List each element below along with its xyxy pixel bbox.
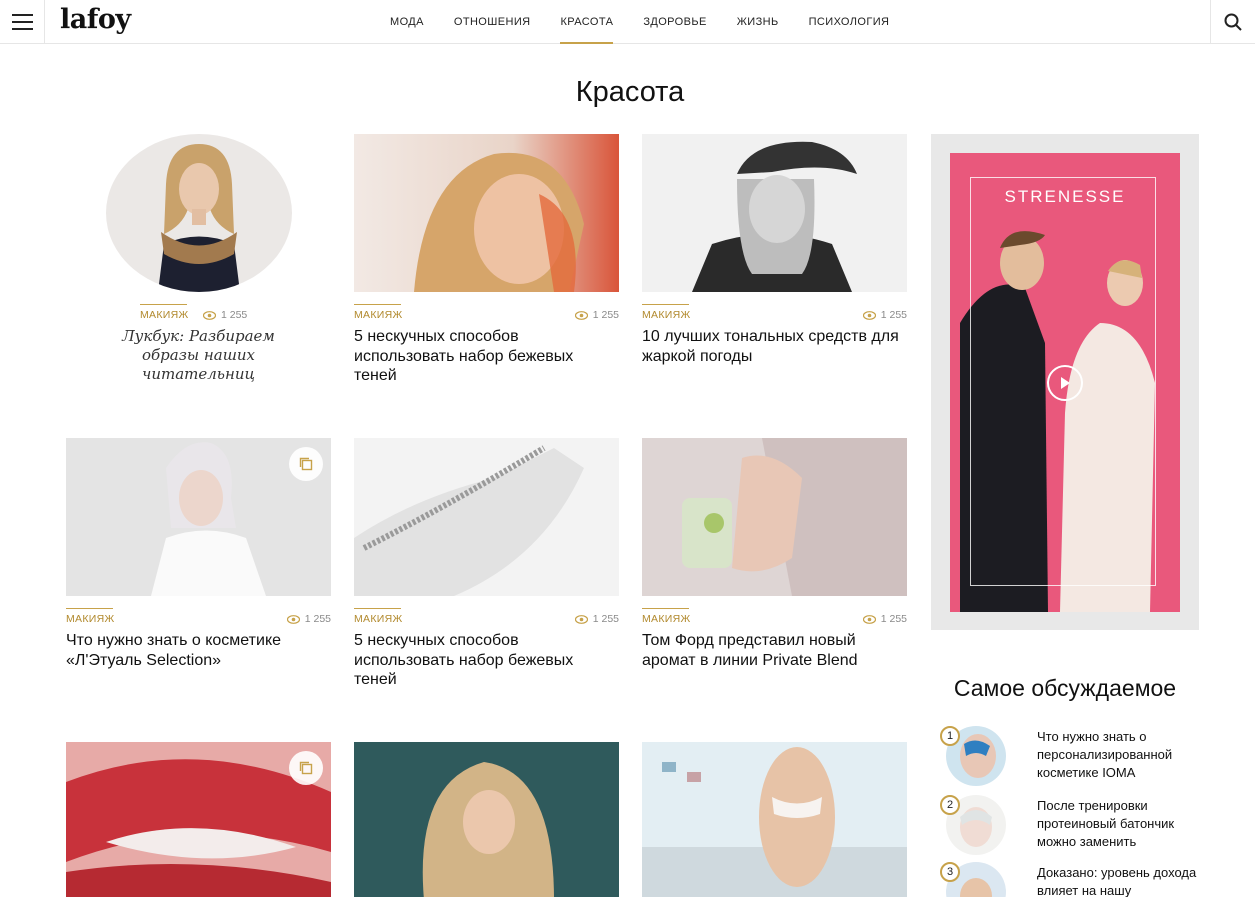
article-title[interactable]: 5 нескучных способов использовать набор …: [354, 327, 619, 386]
article-card[interactable]: МАКИЯЖ 1 255 5 нескучных способов исполь…: [354, 134, 619, 386]
eye-icon: [574, 310, 588, 320]
menu-icon[interactable]: [0, 0, 45, 44]
article-card[interactable]: [354, 742, 619, 897]
views-count: 1 255: [574, 613, 619, 625]
popular-number: 3: [940, 862, 960, 882]
main-nav: МОДА ОТНОШЕНИЯ КРАСОТА ЗДОРОВЬЕ ЖИЗНЬ ПС…: [375, 0, 904, 44]
popular-item[interactable]: 3 Доказано: уровень дохода влияет на наш…: [940, 862, 1200, 897]
views-count: 1 255: [286, 613, 331, 625]
popular-item-text[interactable]: После тренировки протеиновый батончик мо…: [1037, 797, 1202, 851]
popular-item-text[interactable]: Доказано: уровень дохода влияет на нашу: [1037, 864, 1202, 897]
nav-item-krasota[interactable]: КРАСОТА: [545, 0, 628, 44]
gallery-icon[interactable]: [289, 751, 323, 785]
eye-icon: [286, 614, 300, 624]
search-icon[interactable]: [1210, 0, 1255, 44]
views-count: 1 255: [862, 613, 907, 625]
article-image[interactable]: [354, 134, 619, 292]
category-label[interactable]: МАКИЯЖ: [642, 608, 691, 625]
category-label[interactable]: МАКИЯЖ: [354, 304, 403, 321]
article-image[interactable]: [354, 742, 619, 897]
nav-item-moda[interactable]: МОДА: [375, 0, 439, 44]
article-image[interactable]: [66, 742, 331, 897]
ad-brand: STRENESSE: [1004, 187, 1126, 206]
eye-icon: [862, 614, 876, 624]
article-card[interactable]: МАКИЯЖ 1 255 Что нужно знать о косметике…: [66, 438, 331, 670]
eye-icon: [574, 614, 588, 624]
article-image[interactable]: [642, 134, 907, 292]
play-icon[interactable]: [1047, 365, 1083, 401]
views-count: 1 255: [574, 309, 619, 321]
article-title[interactable]: Лукбук: Разбираем образы наших читательн…: [66, 327, 331, 384]
category-label[interactable]: МАКИЯЖ: [642, 304, 691, 321]
site-logo[interactable]: lafoy: [60, 4, 131, 35]
ad-image[interactable]: STRENESSE: [950, 153, 1180, 612]
views-count: 1 255: [862, 309, 907, 321]
article-card[interactable]: МАКИЯЖ 1 255 Лукбук: Разбираем образы на…: [66, 134, 331, 384]
category-label[interactable]: МАКИЯЖ: [66, 608, 115, 625]
article-card[interactable]: МАКИЯЖ 1 255 10 лучших тональных средств…: [642, 134, 907, 366]
popular-title: Самое обсуждаемое: [953, 675, 1177, 701]
popular-item-text[interactable]: Что нужно знать о персонализированной ко…: [1037, 728, 1202, 782]
article-image[interactable]: [66, 438, 331, 596]
popular-item[interactable]: 2 После тренировки протеиновый батончик …: [940, 795, 1200, 859]
popular-item[interactable]: 1 Что нужно знать о персонализированной …: [940, 726, 1200, 790]
article-image[interactable]: [642, 438, 907, 596]
article-title[interactable]: Что нужно знать о косметике «Л'Этуаль Se…: [66, 631, 331, 670]
popular-number: 1: [940, 726, 960, 746]
category-label[interactable]: МАКИЯЖ: [354, 608, 403, 625]
article-title[interactable]: 5 нескучных способов использовать набор …: [354, 631, 619, 690]
ad-banner[interactable]: STRENESSE: [931, 134, 1199, 630]
article-title[interactable]: 10 лучших тональных средств для жаркой п…: [642, 327, 907, 366]
article-card[interactable]: [642, 742, 907, 897]
nav-item-zhizn[interactable]: ЖИЗНЬ: [722, 0, 794, 44]
article-title[interactable]: Том Форд представил новый аромат в линии…: [642, 631, 907, 670]
nav-item-zdorovie[interactable]: ЗДОРОВЬЕ: [628, 0, 721, 44]
nav-item-otnosheniya[interactable]: ОТНОШЕНИЯ: [439, 0, 546, 44]
article-image[interactable]: [354, 438, 619, 596]
popular-number: 2: [940, 795, 960, 815]
page-title: Красота: [575, 76, 685, 108]
views-count: 1 255: [203, 309, 247, 321]
eye-icon: [203, 310, 216, 320]
category-label[interactable]: МАКИЯЖ: [140, 304, 189, 321]
article-image[interactable]: [106, 134, 292, 292]
article-card[interactable]: МАКИЯЖ 1 255 5 нескучных способов исполь…: [354, 438, 619, 690]
article-card[interactable]: [66, 742, 331, 897]
gallery-icon[interactable]: [289, 447, 323, 481]
article-image[interactable]: [642, 742, 907, 897]
nav-item-psihologiya[interactable]: ПСИХОЛОГИЯ: [794, 0, 905, 44]
site-header: lafoy МОДА ОТНОШЕНИЯ КРАСОТА ЗДОРОВЬЕ ЖИ…: [0, 0, 1255, 44]
article-card[interactable]: МАКИЯЖ 1 255 Том Форд представил новый а…: [642, 438, 907, 670]
eye-icon: [862, 310, 876, 320]
